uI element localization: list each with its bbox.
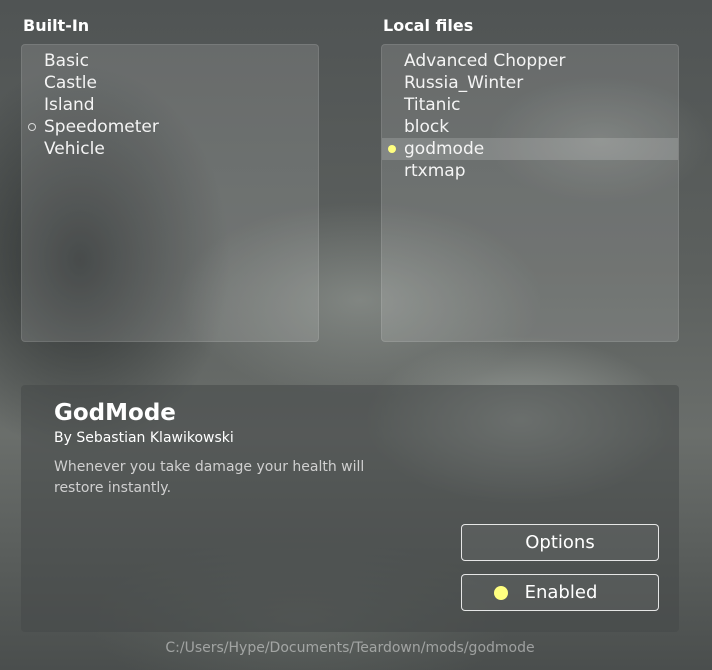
mod-description: Whenever you take damage your health wil… [54,459,365,496]
enabled-toggle-button[interactable]: Enabled [461,574,659,611]
local-item-titanic[interactable]: Titanic [382,94,678,116]
mod-details-panel: GodMode By Sebastian Klawikowski Wheneve… [21,385,679,632]
list-item-label: Speedometer [44,117,159,137]
builtin-item-island[interactable]: Island [22,94,318,116]
disabled-indicator-icon [28,123,36,131]
local-item-rtxmap[interactable]: rtxmap [382,160,678,182]
builtin-item-basic[interactable]: Basic [22,50,318,72]
list-item-label: Russia_Winter [404,73,524,93]
local-item-russia-winter[interactable]: Russia_Winter [382,72,678,94]
list-item-label: Basic [44,51,90,71]
list-item-label: Advanced Chopper [404,51,566,71]
list-item-label: Castle [44,73,97,93]
local-files-list[interactable]: Advanced Chopper Russia_Winter Titanic b… [381,44,679,342]
local-item-block[interactable]: block [382,116,678,138]
list-item-label: Island [44,95,95,115]
builtin-item-vehicle[interactable]: Vehicle [22,138,318,160]
list-item-label: Vehicle [44,139,105,159]
enabled-dot-icon [494,586,508,600]
list-item-label: godmode [404,139,485,159]
builtin-list[interactable]: Basic Castle Island Speedometer Vehicle [21,44,319,342]
builtin-heading: Built-In [23,16,90,35]
enabled-button-label: Enabled [524,582,598,603]
list-item-label: Titanic [404,95,461,115]
list-item-label: rtxmap [404,161,466,181]
local-item-godmode[interactable]: godmode [382,138,678,160]
mod-file-path: C:/Users/Hype/Documents/Teardown/mods/go… [165,640,535,656]
local-item-advanced-chopper[interactable]: Advanced Chopper [382,50,678,72]
options-button-label: Options [525,532,595,553]
list-item-label: block [404,117,450,137]
mod-title: GodMode [54,400,176,426]
enabled-indicator-icon [388,145,396,153]
options-button[interactable]: Options [461,524,659,561]
local-files-heading: Local files [383,16,474,35]
builtin-item-speedometer[interactable]: Speedometer [22,116,318,138]
mod-author: By Sebastian Klawikowski [54,430,234,446]
builtin-item-castle[interactable]: Castle [22,72,318,94]
